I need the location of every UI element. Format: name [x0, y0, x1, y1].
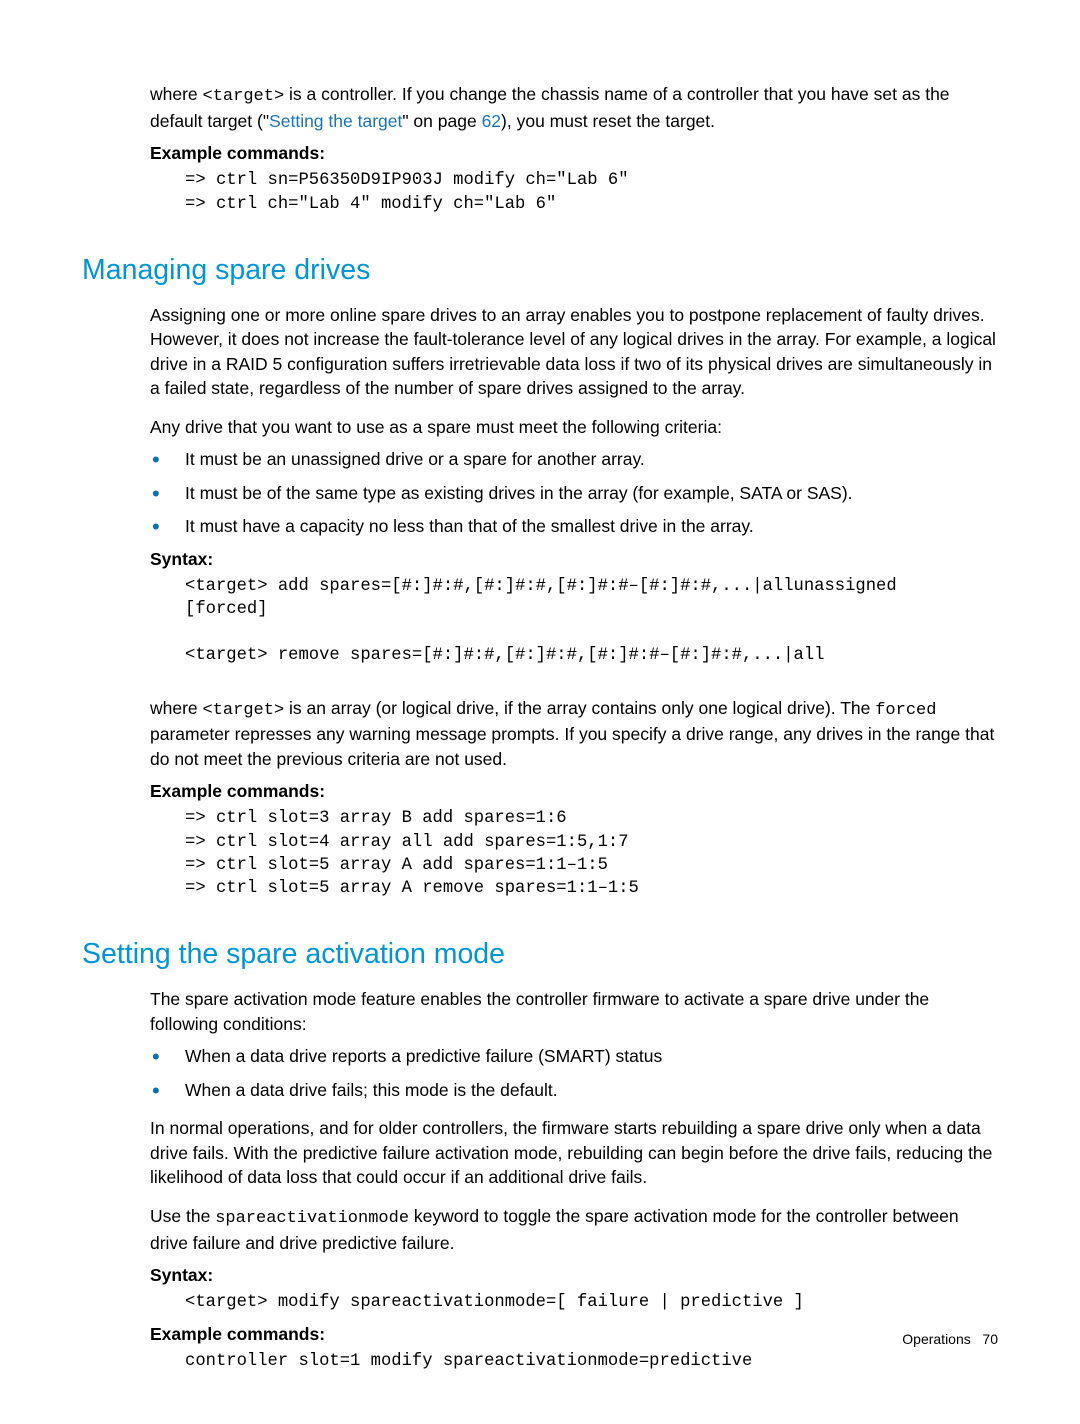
link-setting-target[interactable]: Setting the target — [269, 111, 402, 131]
spare-paragraph-2: Any drive that you want to use as a spar… — [150, 415, 998, 440]
text-part: " on page — [402, 111, 481, 131]
list-item: It must have a capacity no less than tha… — [185, 514, 998, 539]
example-commands-code: => ctrl slot=3 array B add spares=1:6 =>… — [185, 807, 998, 900]
mono-forced: forced — [875, 701, 936, 720]
syntax-label: Syntax: — [150, 1265, 998, 1286]
page-footer: Operations 70 — [902, 1331, 998, 1347]
mono-target: <target> — [203, 87, 285, 106]
spare-criteria-list: It must be an unassigned drive or a spar… — [185, 447, 998, 539]
text-part: is an array (or logical drive, if the ar… — [284, 698, 875, 718]
mono-keyword: spareactivationmode — [215, 1209, 409, 1228]
list-item: It must be an unassigned drive or a spar… — [185, 447, 998, 472]
link-page-num[interactable]: 62 — [482, 111, 501, 131]
text-part: ), you must reset the target. — [501, 111, 715, 131]
syntax-code: <target> modify spareactivationmode=[ fa… — [185, 1291, 998, 1314]
example-commands-label: Example commands: — [150, 781, 998, 802]
intro-paragraph: where <target> is a controller. If you c… — [150, 82, 998, 133]
mode-paragraph-2: In normal operations, and for older cont… — [150, 1116, 998, 1190]
syntax-code: <target> add spares=[#:]#:#,[#:]#:#,[#:]… — [185, 575, 998, 668]
mode-paragraph-3: Use the spareactivationmode keyword to t… — [150, 1204, 998, 1255]
text-part: where — [150, 698, 203, 718]
example-commands-label: Example commands: — [150, 143, 998, 164]
example-commands-code: controller slot=1 modify spareactivation… — [185, 1350, 998, 1373]
syntax-label: Syntax: — [150, 549, 998, 570]
footer-page-number: 70 — [982, 1331, 998, 1347]
text-part: where — [150, 84, 203, 104]
spare-paragraph-1: Assigning one or more online spare drive… — [150, 303, 998, 401]
list-item: When a data drive fails; this mode is th… — [185, 1078, 998, 1103]
mode-paragraph-1: The spare activation mode feature enable… — [150, 987, 998, 1036]
heading-managing-spare-drives: Managing spare drives — [82, 254, 998, 287]
mode-conditions-list: When a data drive reports a predictive f… — [185, 1044, 998, 1102]
example-commands-code: => ctrl sn=P56350D9IP903J modify ch="Lab… — [185, 169, 998, 215]
heading-spare-activation-mode: Setting the spare activation mode — [82, 938, 998, 971]
list-item: When a data drive reports a predictive f… — [185, 1044, 998, 1069]
list-item: It must be of the same type as existing … — [185, 481, 998, 506]
footer-section: Operations — [902, 1331, 970, 1347]
example-commands-label: Example commands: — [150, 1324, 998, 1345]
mono-target: <target> — [203, 701, 285, 720]
document-page: where <target> is a controller. If you c… — [0, 0, 1080, 1424]
text-part: Use the — [150, 1206, 215, 1226]
text-part: parameter represses any warning message … — [150, 724, 994, 769]
spare-paragraph-3: where <target> is an array (or logical d… — [150, 696, 998, 772]
